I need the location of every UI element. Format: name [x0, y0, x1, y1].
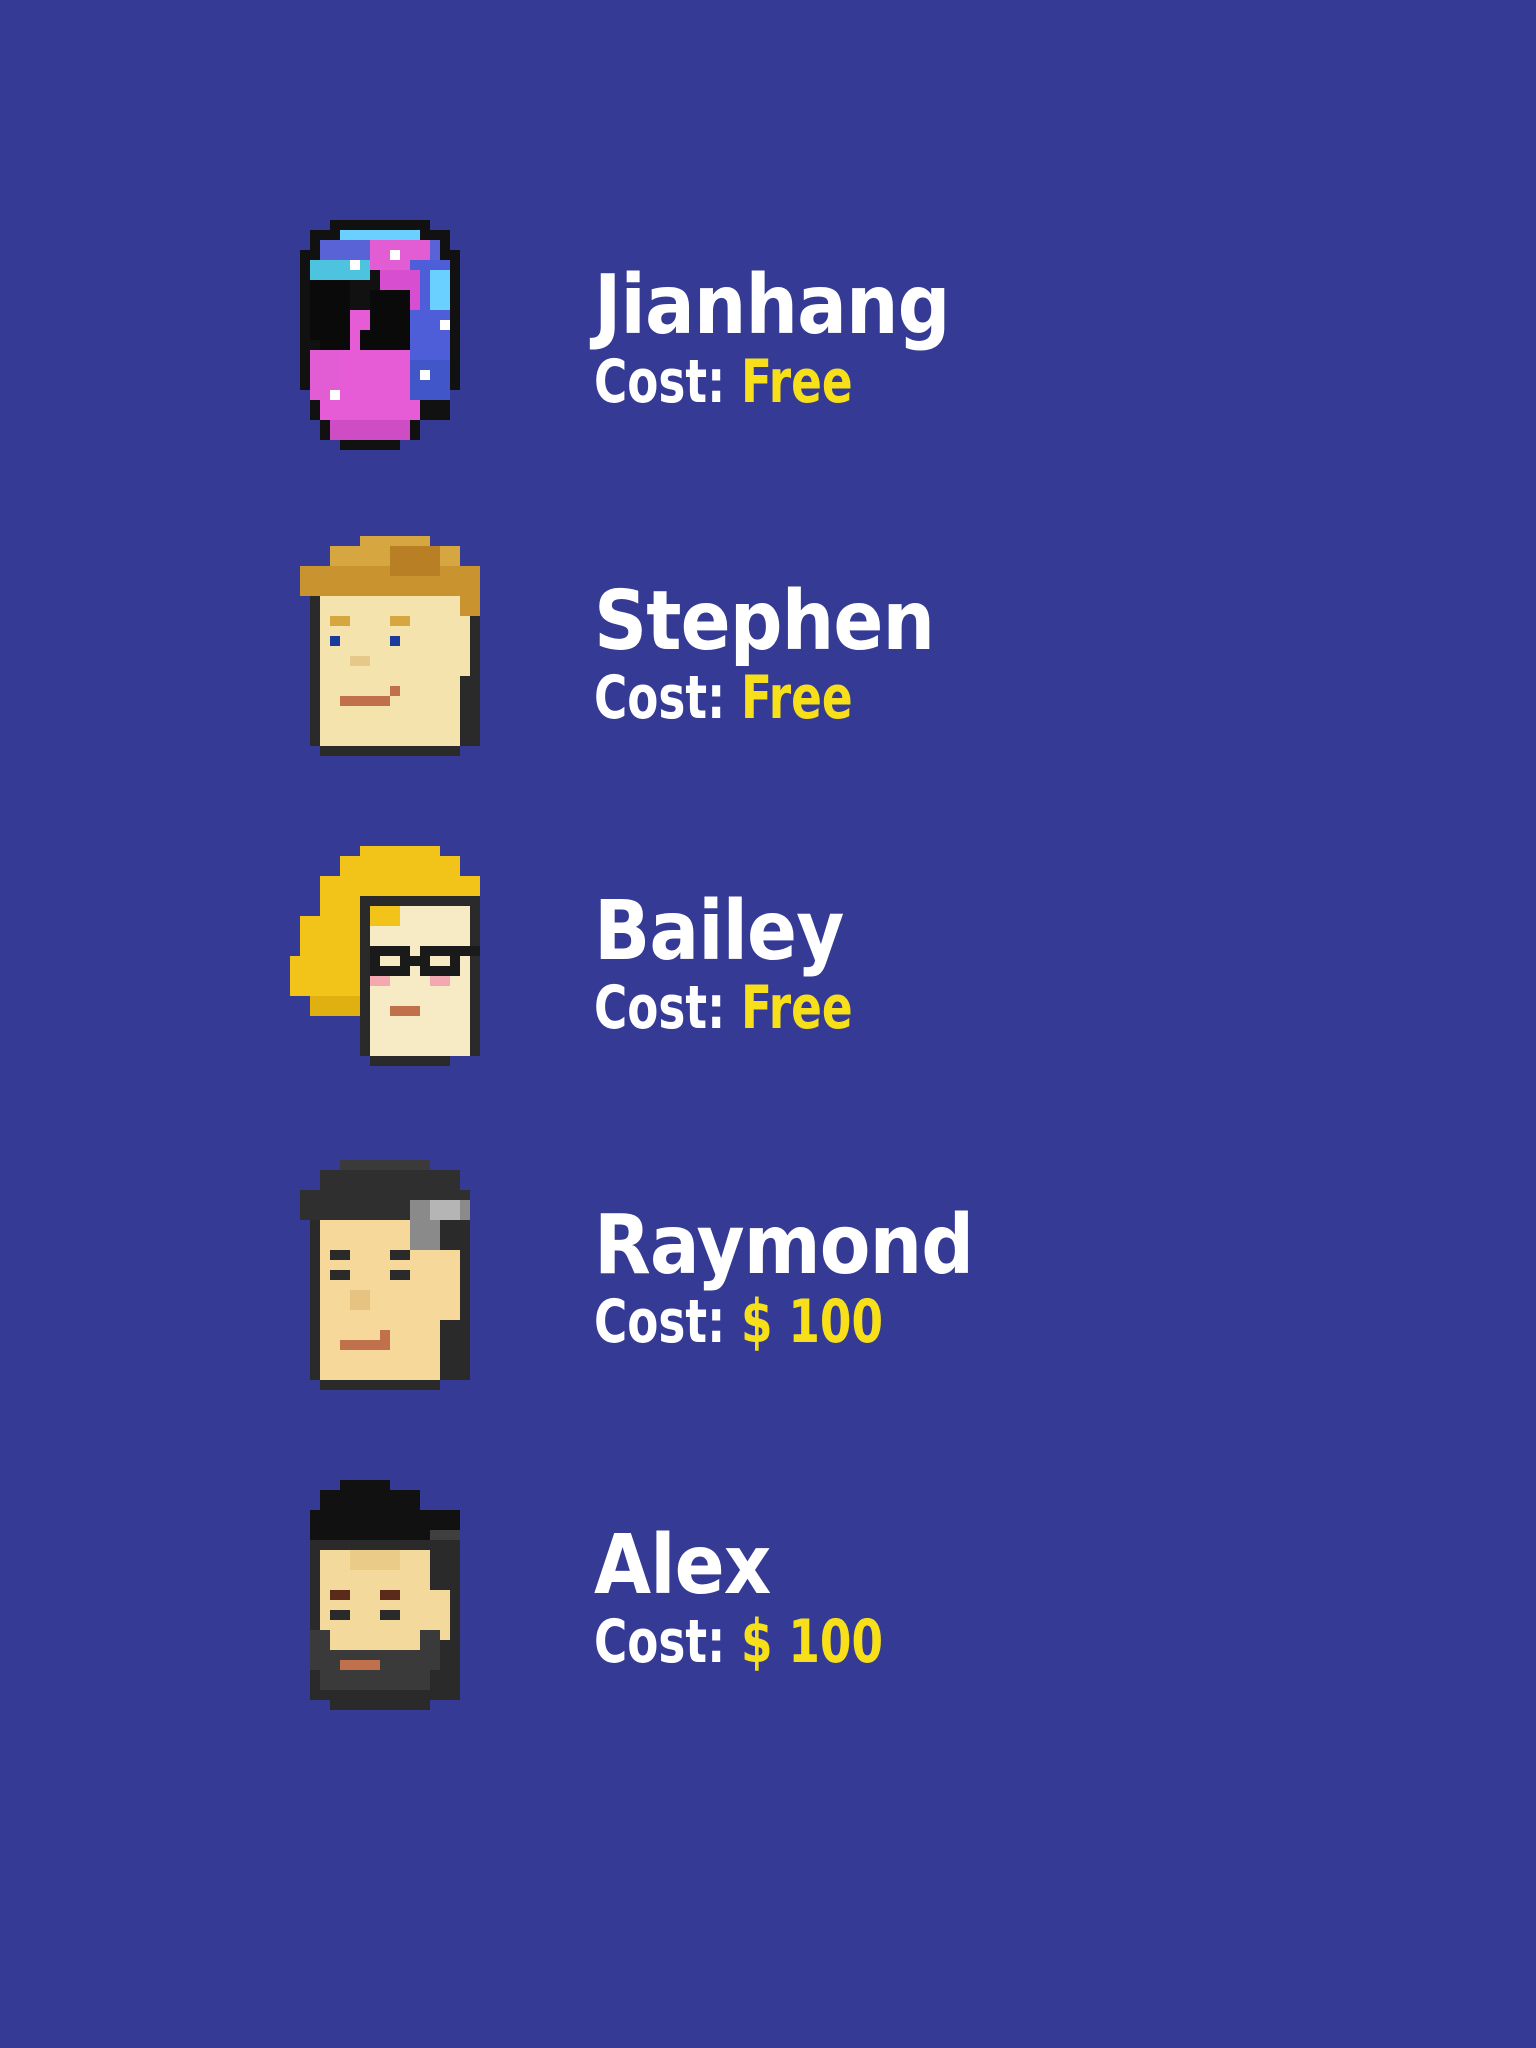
cost-value: $ 100 [741, 1607, 883, 1677]
character-cost: Cost: Free [594, 666, 911, 730]
cost-value: $ 100 [741, 1287, 883, 1357]
alien-galaxy-face-icon [290, 220, 510, 460]
bearded-man-face-icon [290, 1480, 510, 1720]
character-cost: Cost: $ 100 [594, 1290, 948, 1354]
character-option-bailey[interactable]: Bailey Cost: Free [280, 846, 1080, 1086]
blonde-girl-glasses-face-icon [290, 846, 510, 1086]
cost-label: Cost: [594, 973, 742, 1043]
cost-value: Free [741, 663, 853, 733]
character-name: Bailey [594, 884, 844, 979]
cost-value: Free [741, 973, 853, 1043]
character-name: Alex [594, 1518, 771, 1613]
cost-label: Cost: [594, 1607, 742, 1677]
cost-label: Cost: [594, 663, 742, 733]
character-option-jianhang[interactable]: Jianhang Cost: Free [280, 220, 1080, 460]
character-select-list: Jianhang Cost: Free Stephen Cost: Free B… [0, 0, 1536, 2048]
character-name: Stephen [594, 574, 935, 669]
character-name: Jianhang [594, 258, 951, 353]
character-option-alex[interactable]: Alex Cost: $ 100 [280, 1480, 1080, 1720]
character-cost: Cost: Free [594, 976, 853, 1040]
character-cost: Cost: Free [594, 350, 926, 414]
cost-value: Free [741, 347, 853, 417]
character-option-raymond[interactable]: Raymond Cost: $ 100 [280, 1160, 1080, 1400]
character-cost: Cost: $ 100 [594, 1610, 883, 1674]
cost-label: Cost: [594, 1287, 742, 1357]
blonde-boy-face-icon [290, 536, 510, 776]
cost-label: Cost: [594, 347, 742, 417]
dark-hair-grey-streak-face-icon [290, 1160, 510, 1400]
character-option-stephen[interactable]: Stephen Cost: Free [280, 536, 1080, 776]
character-name: Raymond [594, 1198, 974, 1293]
